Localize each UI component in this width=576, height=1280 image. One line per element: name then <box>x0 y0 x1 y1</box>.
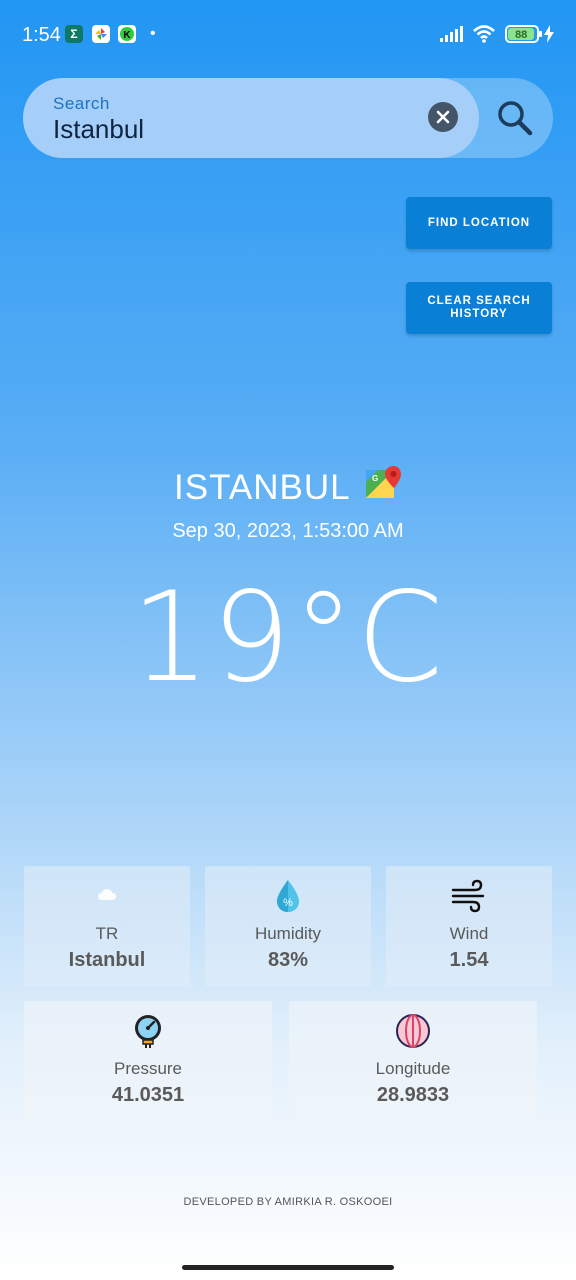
notification-app-icon: Σ <box>65 25 83 43</box>
pressure-label: Pressure <box>113 1059 183 1078</box>
home-indicator[interactable] <box>182 1265 394 1270</box>
wifi-icon <box>472 24 496 49</box>
pressure-card: Pressure 41.0351 <box>24 1001 272 1119</box>
pressure-gauge-icon <box>130 1013 166 1049</box>
find-location-button[interactable]: FIND LOCATION <box>406 197 552 249</box>
wind-icon <box>451 878 487 914</box>
globe-icon <box>395 1013 431 1049</box>
app-k-icon: K <box>118 25 136 43</box>
clear-search-icon[interactable] <box>428 102 458 132</box>
cloud-icon <box>89 878 125 914</box>
clear-search-history-button[interactable]: CLEAR SEARCH HISTORY <box>406 282 552 334</box>
status-bar: 1:54 Σ K • 88 <box>0 0 576 70</box>
signal-icon <box>440 26 466 47</box>
pressure-value: 41.0351 <box>111 1084 185 1106</box>
photos-app-icon <box>92 25 110 43</box>
city-name: ISTANBUL <box>174 468 351 507</box>
svg-text:G: G <box>372 474 378 483</box>
google-maps-icon[interactable]: G <box>364 464 402 502</box>
developer-credit: DEVELOPED BY AMIRKIA R. OSKOOEI <box>183 1196 393 1208</box>
city-header: ISTANBUL G <box>0 462 576 512</box>
humidity-drop-icon: % <box>270 878 306 914</box>
notification-dot-icon: • <box>150 25 156 42</box>
country-card: TR Istanbul <box>24 866 190 986</box>
wind-value: 1.54 <box>449 949 489 971</box>
search-icon[interactable] <box>495 98 535 138</box>
humidity-card: % Humidity 83% <box>205 866 371 986</box>
search-bar: Search Istanbul <box>23 78 553 158</box>
longitude-label: Longitude <box>375 1059 451 1078</box>
country-city: Istanbul <box>68 949 146 971</box>
wind-card: Wind 1.54 <box>386 866 552 986</box>
longitude-value: 28.9833 <box>376 1084 450 1106</box>
humidity-label: Humidity <box>254 924 322 943</box>
status-time: 1:54 <box>22 24 61 46</box>
battery-icon: 88 <box>505 25 542 43</box>
wind-label: Wind <box>449 924 489 943</box>
temperature: 19°C <box>130 566 446 710</box>
battery-level: 88 <box>508 28 535 41</box>
longitude-card: Longitude 28.9833 <box>289 1001 537 1119</box>
humidity-value: 83% <box>267 949 309 971</box>
search-label: Search <box>53 94 110 113</box>
country-code: TR <box>95 924 119 943</box>
svg-text:K: K <box>123 30 131 41</box>
charging-icon <box>544 25 554 48</box>
svg-text:%: % <box>283 897 293 909</box>
datetime: Sep 30, 2023, 1:53:00 AM <box>172 520 404 542</box>
search-value: Istanbul <box>53 114 145 144</box>
search-input[interactable]: Search Istanbul <box>23 78 479 158</box>
